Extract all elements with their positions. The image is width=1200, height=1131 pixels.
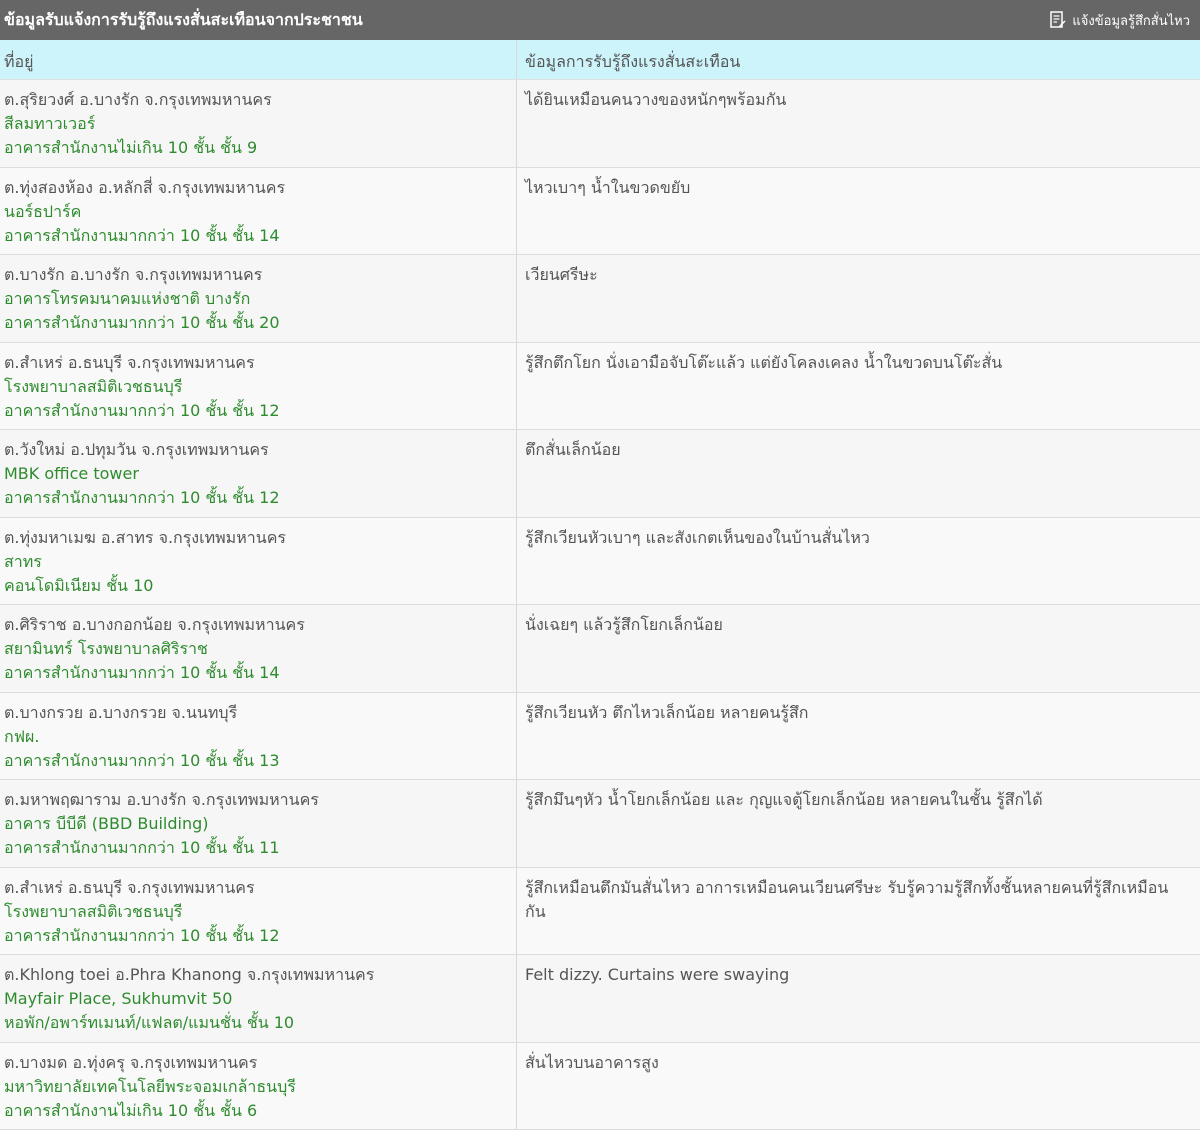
place-name: นอร์ธปาร์ค — [4, 201, 82, 221]
earthquake-reports-panel: ข้อมูลรับแจ้งการรับรู้ถึงแรงสั่นสะเทือนจ… — [0, 0, 1200, 1130]
building-type: อาคารสำนักงานมากกว่า 10 ชั้น ชั้น 14 — [4, 225, 280, 245]
table-row: ต.สำเหร่ อ.ธนบุรี จ.กรุงเทพมหานครโรงพยาบ… — [0, 867, 1200, 955]
address-cell: ต.Khlong toei อ.Phra Khanong จ.กรุงเทพมห… — [0, 955, 517, 1042]
place-name: สาทร — [4, 551, 42, 571]
address-cell: ต.ทุ่งมหาเมฆ อ.สาทร จ.กรุงเทพมหานครสาทรค… — [0, 517, 517, 604]
place-name: สีลมทาวเวอร์ — [4, 114, 96, 133]
table-row: ต.มหาพฤฒาราม อ.บางรัก จ.กรุงเทพมหานครอาค… — [0, 780, 1200, 868]
table-header-row: ที่อยู่ ข้อมูลการรับรู้ถึงแรงสั่นสะเทือน — [0, 40, 1200, 80]
description-cell: ได้ยินเหมือนคนวางของหนักๆพร้อมกัน — [525, 90, 787, 109]
panel-title-bar: ข้อมูลรับแจ้งการรับรู้ถึงแรงสั่นสะเทือนจ… — [0, 0, 1200, 40]
building-type: อาคารสำนักงานมากกว่า 10 ชั้น ชั้น 12 — [4, 488, 280, 507]
place-name: Mayfair Place, Sukhumvit 50 — [4, 989, 233, 1008]
building-type: อาคารสำนักงานไม่เกิน 10 ชั้น ชั้น 9 — [4, 138, 258, 157]
place-name: โรงพยาบาลสมิติเวชธนบุรี — [4, 376, 183, 396]
description-cell: Felt dizzy. Curtains were swaying — [525, 965, 790, 984]
address-text: ต.บางกรวย อ.บางกรวย จ.นนทบุรี — [4, 702, 238, 722]
document-edit-icon — [1050, 11, 1066, 29]
description-cell: รู้สึกตึกโยก นั่งเอามือจับโต๊ะแล้ว แต่ยั… — [525, 352, 1003, 372]
table-row: ต.บางรัก อ.บางรัก จ.กรุงเทพมหานครอาคารโท… — [0, 255, 1200, 343]
table-body: ต.สุริยวงศ์ อ.บางรัก จ.กรุงเทพมหานครสีลม… — [0, 80, 1200, 1130]
header-address: ที่อยู่ — [0, 40, 517, 79]
address-cell: ต.สำเหร่ อ.ธนบุรี จ.กรุงเทพมหานครโรงพยาบ… — [0, 342, 517, 429]
address-cell: ต.ทุ่งสองห้อง อ.หลักสี่ จ.กรุงเทพมหานครน… — [0, 167, 517, 254]
header-description: ข้อมูลการรับรู้ถึงแรงสั่นสะเทือน — [525, 52, 741, 71]
description-cell: ตึกสั่นเล็กน้อย — [525, 440, 621, 459]
address-text: ต.มหาพฤฒาราม อ.บางรัก จ.กรุงเทพมหานคร — [4, 790, 319, 809]
table-row: ต.ทุ่งสองห้อง อ.หลักสี่ จ.กรุงเทพมหานครน… — [0, 167, 1200, 255]
table-row: ต.สำเหร่ อ.ธนบุรี จ.กรุงเทพมหานครโรงพยาบ… — [0, 342, 1200, 430]
address-text: ต.ทุ่งสองห้อง อ.หลักสี่ จ.กรุงเทพมหานคร — [4, 177, 286, 197]
description-cell: เวียนศรีษะ — [525, 265, 598, 284]
building-type: อาคารสำนักงานมากกว่า 10 ชั้น ชั้น 13 — [4, 750, 280, 770]
table-row: ต.บางกรวย อ.บางกรวย จ.นนทบุรีกฟผ. อาคารสำ… — [0, 692, 1200, 780]
table-row: ต.สุริยวงศ์ อ.บางรัก จ.กรุงเทพมหานครสีลม… — [0, 80, 1200, 168]
address-text: ต.สำเหร่ อ.ธนบุรี จ.กรุงเทพมหานคร — [4, 877, 255, 897]
building-type: อาคารสำนักงานไม่เกิน 10 ชั้น ชั้น 6 — [4, 1100, 258, 1120]
description-cell: รู้สึกมึนๆหัว น้ำโยกเล็กน้อย และ กุญแจตู… — [525, 790, 1043, 809]
address-text: ต.สุริยวงศ์ อ.บางรัก จ.กรุงเทพมหานคร — [4, 90, 272, 109]
place-name: มหาวิทยาลัยเทคโนโลยีพระจอมเกล้าธนบุรี — [4, 1076, 296, 1096]
place-name: สยามินทร์ โรงพยาบาลศิริราช — [4, 639, 208, 658]
place-name: อาคาร บีบีดี (BBD Building) — [4, 814, 209, 833]
description-cell: รู้สึกเหมือนตึกมันสั่นไหว อาการเหมือนคนเ… — [525, 877, 1169, 921]
address-cell: ต.สุริยวงศ์ อ.บางรัก จ.กรุงเทพมหานครสีลม… — [0, 80, 517, 167]
address-cell: ต.บางกรวย อ.บางกรวย จ.นนทบุรีกฟผ. อาคารสำ… — [0, 692, 517, 779]
address-text: ต.ศิริราช อ.บางกอกน้อย จ.กรุงเทพมหานคร — [4, 615, 305, 634]
place-name: โรงพยาบาลสมิติเวชธนบุรี — [4, 901, 183, 921]
building-type: อาคารสำนักงานมากกว่า 10 ชั้น ชั้น 12 — [4, 925, 280, 945]
building-type: อาคารสำนักงานมากกว่า 10 ชั้น ชั้น 14 — [4, 663, 280, 682]
table-row: ต.ศิริราช อ.บางกอกน้อย จ.กรุงเทพมหานครสย… — [0, 605, 1200, 693]
address-text: ต.บางมด อ.ทุ่งครุ จ.กรุงเทพมหานคร — [4, 1052, 258, 1072]
description-cell: รู้สึกเวียนหัว ตึกไหวเล็กน้อย หลายคนรู้ส… — [525, 702, 809, 722]
address-cell: ต.วังใหม่ อ.ปทุมวัน จ.กรุงเทพมหานคร MBK o… — [0, 430, 517, 517]
address-cell: ต.ศิริราช อ.บางกอกน้อย จ.กรุงเทพมหานครสย… — [0, 605, 517, 692]
panel-title: ข้อมูลรับแจ้งการรับรู้ถึงแรงสั่นสะเทือนจ… — [4, 9, 363, 29]
report-button-label: แจ้งข้อมูลรู้สึกสั่นไหว — [1072, 13, 1190, 29]
place-name: MBK office tower — [4, 464, 139, 483]
address-cell: ต.บางมด อ.ทุ่งครุ จ.กรุงเทพมหานครมหาวิทย… — [0, 1042, 517, 1129]
address-text: ต.ทุ่งมหาเมฆ อ.สาทร จ.กรุงเทพมหานคร — [4, 527, 286, 547]
description-cell: ไหวเบาๆ น้ำในขวดขยับ — [525, 177, 691, 197]
description-cell: สั่นไหวบนอาคารสูง — [525, 1052, 659, 1072]
address-cell: ต.บางรัก อ.บางรัก จ.กรุงเทพมหานครอาคารโท… — [0, 255, 517, 342]
address-text: ต.สำเหร่ อ.ธนบุรี จ.กรุงเทพมหานคร — [4, 352, 255, 372]
place-name: กฟผ. — [4, 726, 40, 746]
address-text: ต.วังใหม่ อ.ปทุมวัน จ.กรุงเทพมหานคร — [4, 440, 269, 459]
building-type: อาคารสำนักงานมากกว่า 10 ชั้น ชั้น 12 — [4, 400, 280, 420]
building-type: อาคารสำนักงานมากกว่า 10 ชั้น ชั้น 11 — [4, 838, 280, 857]
table-row: ต.ทุ่งมหาเมฆ อ.สาทร จ.กรุงเทพมหานครสาทรค… — [0, 517, 1200, 605]
building-type: หอพัก/อพาร์ทเมนท์/แฟลต/แมนชั่น ชั้น 10 — [4, 1013, 295, 1032]
place-name: อาคารโทรคมนาคมแห่งชาติ บางรัก — [4, 289, 251, 308]
address-text: ต.Khlong toei อ.Phra Khanong จ.กรุงเทพมห… — [4, 965, 375, 984]
table-row: ต.บางมด อ.ทุ่งครุ จ.กรุงเทพมหานครมหาวิทย… — [0, 1042, 1200, 1130]
address-cell: ต.สำเหร่ อ.ธนบุรี จ.กรุงเทพมหานครโรงพยาบ… — [0, 867, 517, 954]
description-cell: รู้สึกเวียนหัวเบาๆ และสังเกตเห็นของในบ้า… — [525, 527, 870, 547]
address-text: ต.บางรัก อ.บางรัก จ.กรุงเทพมหานคร — [4, 265, 263, 284]
description-cell: นั่งเฉยๆ แล้วรู้สึกโยกเล็กน้อย — [525, 615, 723, 634]
building-type: คอนโดมิเนียม ชั้น 10 — [4, 575, 154, 595]
report-feeling-button[interactable]: แจ้งข้อมูลรู้สึกสั่นไหว — [1050, 10, 1190, 31]
table-row: ต.วังใหม่ อ.ปทุมวัน จ.กรุงเทพมหานคร MBK o… — [0, 430, 1200, 518]
address-cell: ต.มหาพฤฒาราม อ.บางรัก จ.กรุงเทพมหานครอาค… — [0, 780, 517, 867]
building-type: อาคารสำนักงานมากกว่า 10 ชั้น ชั้น 20 — [4, 313, 280, 332]
table-row: ต.Khlong toei อ.Phra Khanong จ.กรุงเทพมห… — [0, 955, 1200, 1043]
